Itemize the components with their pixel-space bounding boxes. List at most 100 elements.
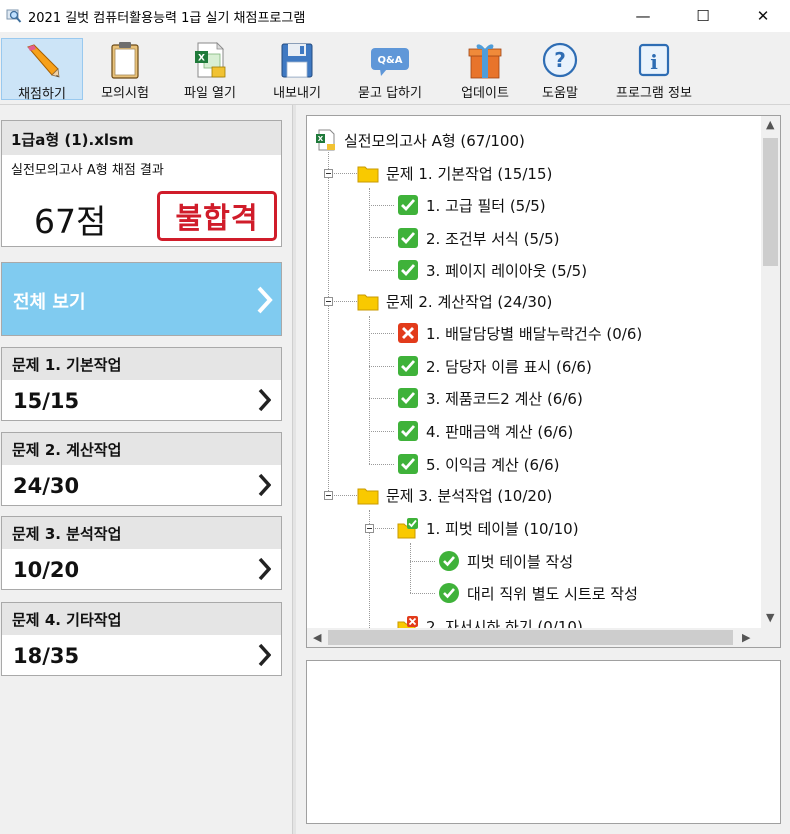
- close-button[interactable]: ✕: [740, 0, 786, 32]
- check-icon: [397, 453, 419, 475]
- tree-connector: [328, 152, 329, 495]
- tree-item-label: 2. 조건부 서식 (5/5): [426, 229, 560, 248]
- tree-connector: [410, 561, 435, 562]
- result-filename: 1급a형 (1).xlsm: [2, 121, 281, 155]
- chevron-right-icon: [257, 286, 273, 314]
- problem-title: 문제 2. 계산작업: [2, 433, 281, 465]
- tree-item[interactable]: 피벗 테이블 작성: [438, 545, 573, 577]
- view-all-button[interactable]: 전체 보기: [1, 262, 282, 336]
- help-button[interactable]: ? 도움말: [532, 38, 588, 101]
- problem-title: 문제 1. 기본작업: [2, 348, 281, 380]
- problem-title: 문제 4. 기타작업: [2, 603, 281, 635]
- problem-score: 24/30: [13, 474, 80, 498]
- scroll-left-icon[interactable]: ◀: [313, 631, 321, 644]
- problem-score: 10/20: [13, 558, 80, 582]
- folder-icon: [357, 484, 379, 506]
- tree-subgroup-pivot[interactable]: 1. 피벗 테이블 (10/10): [397, 512, 579, 544]
- tree-group-basic[interactable]: 문제 1. 기본작업 (15/15): [357, 157, 552, 189]
- view-all-label: 전체 보기: [13, 292, 86, 313]
- tree-item[interactable]: 대리 직위 별도 시트로 작성: [438, 577, 638, 609]
- tree-item[interactable]: 2. 담당자 이름 표시 (6/6): [397, 350, 592, 382]
- tree-expander[interactable]: [365, 524, 374, 533]
- horizontal-scroll-thumb[interactable]: [328, 630, 733, 645]
- export-button-label: 내보내기: [273, 86, 321, 101]
- tree-connector: [369, 464, 394, 465]
- tree-connector: [369, 205, 394, 206]
- help-icon: ?: [540, 40, 580, 80]
- x-mark-icon: [397, 322, 419, 344]
- detail-pane[interactable]: [306, 660, 781, 824]
- chevron-right-icon: [258, 643, 271, 667]
- tree-connector: [369, 431, 394, 432]
- grade-button[interactable]: 채점하기: [1, 38, 83, 102]
- tree-group-label: 문제 1. 기본작업 (15/15): [386, 164, 553, 183]
- info-icon: i: [634, 40, 674, 80]
- svg-text:i: i: [650, 50, 658, 74]
- problem-card-2[interactable]: 문제 2. 계산작업 24/30: [1, 432, 282, 506]
- svg-text:X: X: [198, 54, 205, 64]
- left-panel: 1급a형 (1).xlsm 실전모의고사 A형 채점 결과 67점 불합격 전체…: [0, 105, 292, 834]
- tree-item-label: 1. 고급 필터 (5/5): [426, 196, 546, 215]
- toolbar: 채점하기 모의시험 X 파일 열기 내보내기 Q&A 묻고 답하기 업데이트 ?…: [0, 32, 790, 105]
- tree-item[interactable]: 2. 조건부 서식 (5/5): [397, 222, 559, 254]
- result-tree-view[interactable]: X 실전모의고사 A형 (67/100) 문제 1. 기본작업 (15/15) …: [306, 115, 781, 648]
- mock-exam-button[interactable]: 모의시험: [88, 38, 162, 101]
- tree-expander[interactable]: [324, 169, 333, 178]
- update-button-label: 업데이트: [461, 86, 509, 101]
- horizontal-scrollbar[interactable]: ◀ ▶: [307, 628, 780, 647]
- tree-item-label: 1. 배달담당별 배달누락건수 (0/6): [426, 324, 643, 343]
- result-subtitle: 실전모의고사 A형 채점 결과: [11, 163, 164, 178]
- svg-text:X: X: [318, 135, 324, 143]
- tree-item-label: 3. 페이지 레이아웃 (5/5): [426, 261, 588, 280]
- maximize-button[interactable]: ☐: [680, 0, 726, 32]
- tree-item-label: 3. 제품코드2 계산 (6/6): [426, 389, 583, 408]
- tree-expander[interactable]: [324, 491, 333, 500]
- program-info-button[interactable]: i 프로그램 정보: [600, 38, 708, 101]
- tree-group-label: 문제 2. 계산작업 (24/30): [386, 292, 553, 311]
- excel-file-icon: X: [190, 40, 230, 80]
- minimize-button[interactable]: —: [620, 0, 666, 32]
- panel-splitter[interactable]: [292, 105, 296, 834]
- excel-file-icon: X: [315, 129, 337, 151]
- window-title: 2021 길벗 컴퓨터활용능력 1급 실기 채점프로그램: [28, 11, 306, 26]
- pencil-icon: [22, 41, 62, 81]
- export-button[interactable]: 내보내기: [262, 38, 332, 101]
- check-icon: [397, 194, 419, 216]
- scroll-down-icon[interactable]: ▼: [766, 611, 774, 624]
- vertical-scrollbar[interactable]: ▲ ▼: [761, 116, 780, 630]
- tree-root[interactable]: X 실전모의고사 A형 (67/100): [315, 124, 525, 156]
- tree-connector: [369, 333, 394, 334]
- problem-score: 18/35: [13, 644, 80, 668]
- problem-card-1[interactable]: 문제 1. 기본작업 15/15: [1, 347, 282, 421]
- tree-connector: [410, 593, 435, 594]
- check-icon: [397, 259, 419, 281]
- tree-item[interactable]: 1. 고급 필터 (5/5): [397, 189, 546, 221]
- tree-item[interactable]: 5. 이익금 계산 (6/6): [397, 448, 559, 480]
- scroll-right-icon[interactable]: ▶: [742, 631, 750, 644]
- tree-item[interactable]: 1. 배달담당별 배달누락건수 (0/6): [397, 317, 642, 349]
- update-button[interactable]: 업데이트: [450, 38, 520, 101]
- fail-stamp: 불합격: [157, 191, 277, 241]
- open-file-button[interactable]: X 파일 열기: [170, 38, 250, 101]
- clipboard-icon: [105, 40, 145, 80]
- open-file-button-label: 파일 열기: [184, 86, 236, 101]
- help-button-label: 도움말: [542, 86, 578, 101]
- tree-group-label: 문제 3. 분석작업 (10/20): [386, 486, 553, 505]
- tree-connector: [369, 270, 394, 271]
- tree-item-label: 1. 피벗 테이블 (10/10): [426, 519, 579, 538]
- problem-card-4[interactable]: 문제 4. 기타작업 18/35: [1, 602, 282, 676]
- problem-card-3[interactable]: 문제 3. 분석작업 10/20: [1, 516, 282, 590]
- tree-item[interactable]: 4. 판매금액 계산 (6/6): [397, 415, 573, 447]
- tree-expander[interactable]: [324, 297, 333, 306]
- scroll-up-icon[interactable]: ▲: [766, 118, 774, 131]
- tree-group-analysis[interactable]: 문제 3. 분석작업 (10/20): [357, 479, 552, 511]
- tree-item[interactable]: 3. 제품코드2 계산 (6/6): [397, 382, 583, 414]
- vertical-scroll-thumb[interactable]: [763, 138, 778, 266]
- tree-item-label: 2. 담당자 이름 표시 (6/6): [426, 357, 592, 376]
- program-info-button-label: 프로그램 정보: [616, 86, 692, 101]
- app-magnifier-icon: [6, 9, 22, 23]
- chevron-right-icon: [258, 388, 271, 412]
- tree-item[interactable]: 3. 페이지 레이아웃 (5/5): [397, 254, 587, 286]
- tree-group-calc[interactable]: 문제 2. 계산작업 (24/30): [357, 285, 552, 317]
- qa-button[interactable]: Q&A 묻고 답하기: [344, 38, 436, 101]
